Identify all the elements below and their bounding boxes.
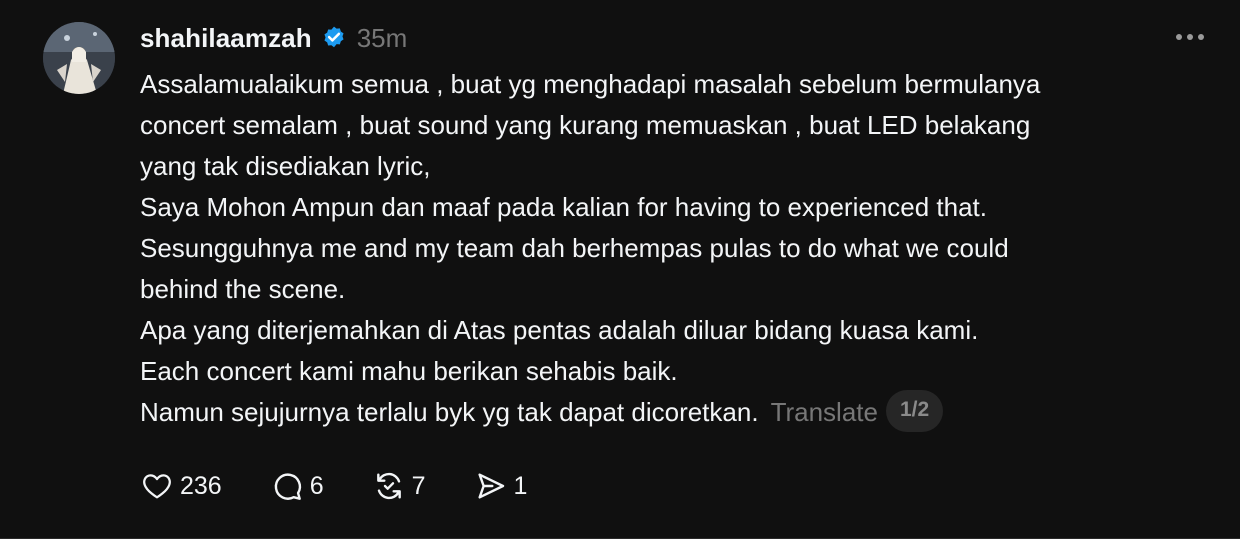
page-indicator[interactable]: 1/2 (885, 390, 944, 433)
reply-button[interactable]: 6 (270, 470, 324, 502)
verified-badge-icon (321, 25, 347, 51)
like-count: 236 (180, 471, 222, 500)
username[interactable]: shahilaamzah (140, 23, 312, 54)
more-horizontal-icon (1187, 34, 1193, 40)
post-text-line: Apa yang diterjemahkan di Atas pentas ad… (140, 315, 979, 345)
post-text-line: Assalamualaikum semua , buat yg menghada… (140, 69, 1041, 99)
send-icon (477, 473, 504, 499)
post-text-line: Sesungguhnya me and my team dah berhempa… (140, 233, 1009, 263)
avatar[interactable] (43, 22, 115, 94)
more-horizontal-icon (1198, 34, 1204, 40)
timestamp[interactable]: 35m (357, 23, 408, 54)
translate-link[interactable]: Translate (771, 397, 878, 427)
action-bar: 236 6 7 1 (140, 468, 575, 504)
post-text-line: Namun sejujurnya terlalu byk yg tak dapa… (140, 397, 759, 427)
like-button[interactable]: 236 (140, 470, 222, 502)
post-text-line: yang tak disediakan lyric, (140, 151, 431, 181)
post-text-line: Saya Mohon Ampun dan maaf pada kalian fo… (140, 192, 988, 222)
repost-count: 7 (411, 471, 426, 500)
share-count: 1 (513, 471, 528, 500)
share-button[interactable]: 1 (474, 470, 528, 502)
more-horizontal-icon (1176, 34, 1182, 40)
post-header: shahilaamzah 35m (140, 18, 407, 58)
comment-icon (274, 473, 301, 500)
post-text-line: concert semalam , buat sound yang kurang… (140, 110, 1031, 140)
repost-icon (376, 472, 401, 500)
heart-icon (143, 474, 171, 499)
post-text: Assalamualaikum semua , buat yg menghada… (140, 64, 1200, 435)
post-text-line: Each concert kami mahu berikan sehabis b… (140, 356, 678, 386)
avatar-image (43, 22, 115, 94)
repost-button[interactable]: 7 (372, 470, 426, 502)
more-options-button[interactable] (1170, 24, 1210, 50)
post-text-line: behind the scene. (140, 274, 346, 304)
thread-post: shahilaamzah 35m Assalamualaikum semua ,… (0, 0, 1240, 539)
post-text-last-line: Namun sejujurnya terlalu byk yg tak dapa… (140, 390, 1200, 435)
reply-count: 6 (309, 471, 324, 500)
